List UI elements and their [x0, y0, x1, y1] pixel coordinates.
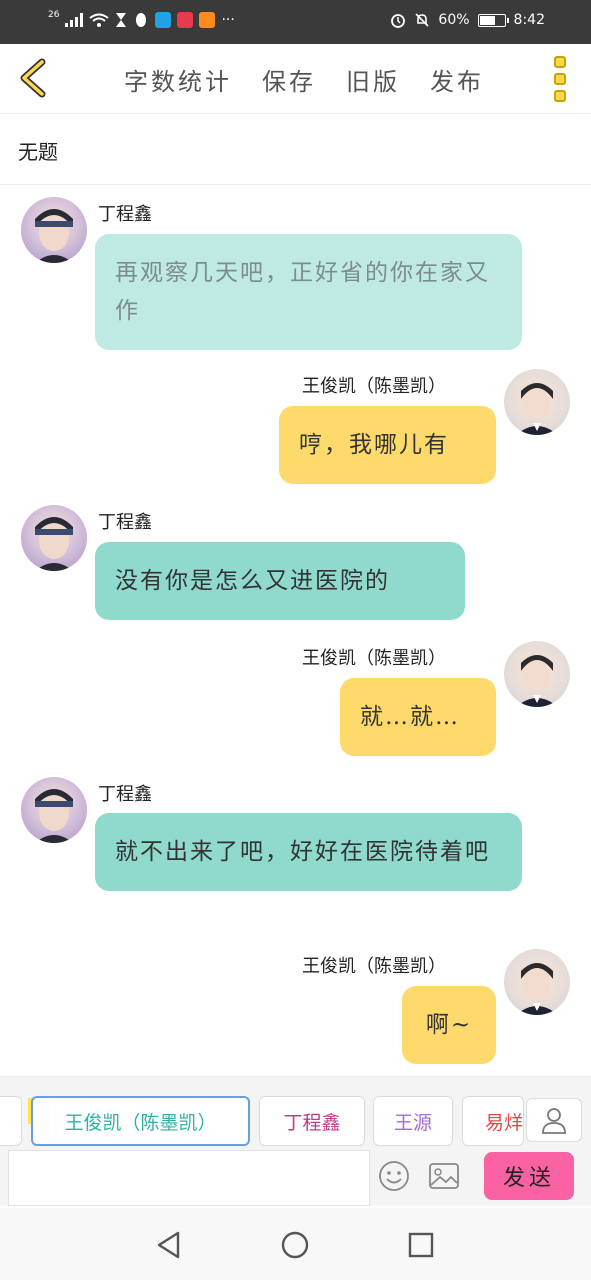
status-bar: 26 ··· 60% 8:42 [0, 0, 591, 44]
avatar[interactable] [504, 641, 570, 707]
alarm-icon [391, 14, 406, 28]
nav-back-icon[interactable] [154, 1230, 184, 1260]
avatar-portrait-icon [516, 655, 558, 707]
wifi-icon [89, 13, 110, 27]
nav-home-icon[interactable] [280, 1230, 310, 1260]
message-bubble[interactable]: 再观察几天吧，正好省的你在家又作 [95, 234, 522, 350]
back-arrow-icon[interactable] [14, 58, 54, 98]
nav-recents-icon[interactable] [406, 1230, 436, 1260]
avatar[interactable] [21, 777, 87, 843]
system-nav-bar [0, 1208, 591, 1280]
menu-dot-icon [554, 90, 566, 102]
hourglass-icon [116, 13, 127, 27]
add-character-button[interactable] [526, 1098, 582, 1142]
message-input[interactable] [8, 1150, 370, 1206]
app-icon-red [177, 12, 194, 28]
image-icon[interactable] [428, 1162, 460, 1190]
save-button[interactable]: 保存 [262, 62, 316, 97]
avatar-portrait-icon [516, 383, 558, 435]
sender-name: 王俊凯（陈墨凯） [302, 376, 446, 397]
message-bubble[interactable]: 就…就… [340, 678, 496, 756]
toolbar-actions: 字数统计 保存 旧版 发布 [124, 62, 484, 97]
avatar-portrait-icon [516, 963, 558, 1015]
avatar-portrait-icon [35, 517, 73, 571]
old-version-button[interactable]: 旧版 [346, 62, 400, 97]
sender-name: 丁程鑫 [98, 512, 152, 533]
avatar[interactable] [21, 505, 87, 571]
sender-name: 丁程鑫 [98, 784, 152, 805]
person-icon [542, 1108, 566, 1134]
clock: 8:42 [513, 12, 545, 28]
avatar[interactable] [21, 197, 87, 263]
avatar[interactable] [504, 949, 570, 1015]
more-menu-button[interactable] [551, 56, 569, 102]
app-icon-blue [155, 12, 172, 28]
message-bubble[interactable]: 就不出来了吧，好好在医院待着吧 [95, 813, 522, 891]
avatar-portrait-icon [35, 789, 73, 843]
emoji-icon[interactable] [378, 1160, 410, 1192]
menu-dot-icon [554, 73, 566, 85]
character-chip-partial[interactable] [0, 1096, 22, 1146]
signal-label: 26 [48, 10, 60, 20]
message-bubble[interactable]: 哼，我哪儿有 [279, 406, 496, 484]
qq-icon [136, 13, 147, 27]
mute-icon [415, 13, 429, 27]
divider [0, 184, 591, 185]
character-chip-wangyuan[interactable]: 王源 [373, 1096, 453, 1146]
battery-icon [477, 13, 509, 27]
sender-name: 王俊凯（陈墨凯） [302, 956, 446, 977]
battery-percent: 60% [438, 12, 470, 28]
signal-icon [65, 13, 84, 27]
top-toolbar: 字数统计 保存 旧版 发布 [0, 44, 591, 114]
menu-dot-icon [554, 56, 566, 68]
word-count-button[interactable]: 字数统计 [124, 62, 232, 97]
document-title[interactable]: 无题 [18, 136, 58, 165]
message-bubble[interactable]: 啊~ [402, 986, 496, 1064]
character-chip-wangjunkai[interactable]: 王俊凯（陈墨凯） [31, 1096, 250, 1146]
character-chip-yiyang[interactable]: 易烊 [462, 1096, 524, 1146]
more-notifications: ··· [221, 12, 235, 28]
avatar-portrait-icon [35, 209, 73, 263]
sender-name: 丁程鑫 [98, 204, 152, 225]
character-chip-dingchengxin[interactable]: 丁程鑫 [259, 1096, 365, 1146]
send-button[interactable]: 发送 [484, 1152, 574, 1200]
message-bubble[interactable]: 没有你是怎么又进医院的 [95, 542, 465, 620]
publish-button[interactable]: 发布 [430, 62, 484, 97]
app-icon-orange [199, 12, 216, 28]
sender-name: 王俊凯（陈墨凯） [302, 648, 446, 669]
avatar[interactable] [504, 369, 570, 435]
